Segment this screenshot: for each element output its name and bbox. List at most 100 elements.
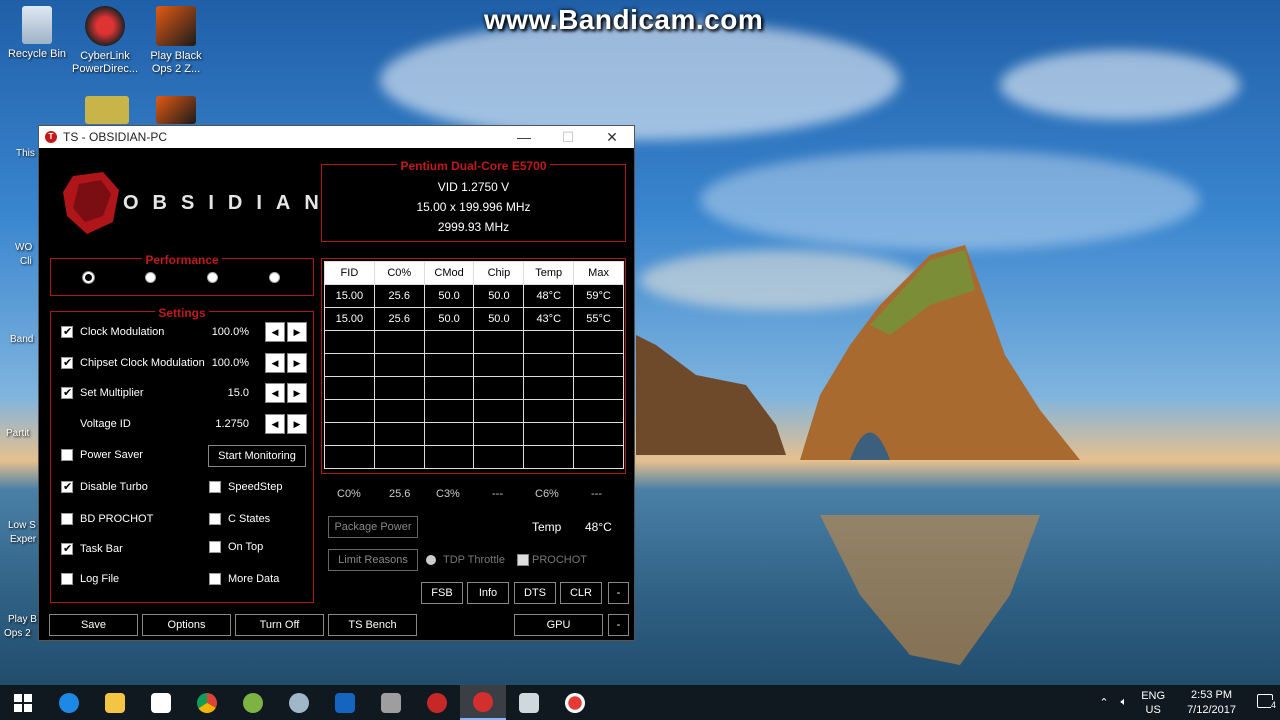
start-button[interactable] xyxy=(0,685,46,720)
log-file-checkbox[interactable] xyxy=(61,573,73,585)
performance-radio-1[interactable] xyxy=(83,272,94,283)
table-cell xyxy=(423,399,475,423)
clock[interactable]: 2:53 PM 7/12/2017 xyxy=(1187,688,1236,718)
close-button[interactable]: ✕ xyxy=(590,129,634,146)
desktop-icon-cyberlink[interactable]: CyberLink PowerDirec... xyxy=(68,6,142,76)
set-multiplier-checkbox[interactable] xyxy=(61,386,73,399)
desktop-icon-black-ops[interactable]: Play Black Ops 2 Z... xyxy=(139,6,213,76)
minimize-button[interactable]: — xyxy=(502,129,546,146)
gpu-button[interactable]: GPU xyxy=(514,614,603,636)
task-bar-checkbox[interactable] xyxy=(61,542,73,555)
language-bottom: US xyxy=(1145,703,1161,716)
volume-icon[interactable]: 🔈︎ xyxy=(1121,696,1128,709)
action-center-button[interactable]: 4 xyxy=(1250,694,1280,711)
desktop-icon-partial[interactable] xyxy=(70,96,144,128)
table-cell: 48°C xyxy=(523,284,575,308)
app-taskbar-icon[interactable] xyxy=(322,685,368,720)
on-top-checkbox[interactable] xyxy=(209,541,221,553)
throttlestop-taskbar-icon[interactable] xyxy=(460,685,506,720)
chipset-clock-modulation-checkbox[interactable] xyxy=(61,356,73,369)
table-cell xyxy=(373,330,425,354)
power-saver-checkbox[interactable] xyxy=(61,449,73,461)
system-tray: ⌃ 🔈︎ ENG US 2:53 PM 7/12/2017 4 xyxy=(1093,685,1280,720)
table-cell xyxy=(373,353,425,377)
speedstep-row: SpeedStep xyxy=(209,476,307,498)
start-monitoring-button[interactable]: Start Monitoring xyxy=(208,445,306,467)
utorrent-taskbar-icon[interactable] xyxy=(230,685,276,720)
table-cell xyxy=(523,376,575,400)
more-data-checkbox[interactable] xyxy=(209,573,221,585)
decrease-arrow-icon[interactable]: ◀ xyxy=(265,322,285,342)
ts-bench-button[interactable]: TS Bench xyxy=(328,614,417,636)
throttlestop-window[interactable]: T TS - OBSIDIAN-PC — ☐ ✕ OBSIDIAN Pentiu… xyxy=(38,125,635,641)
app-taskbar-icon[interactable] xyxy=(414,685,460,720)
options-button[interactable]: Options xyxy=(142,614,231,636)
gpu-collapse-button[interactable]: - xyxy=(608,614,629,636)
voltage-id-value: 1.2750 xyxy=(215,418,249,430)
increase-arrow-icon[interactable]: ▶ xyxy=(287,383,307,403)
show-hidden-icons-icon[interactable]: ⌃ xyxy=(1099,696,1108,709)
cloud xyxy=(380,20,900,140)
log-file-row: Log File xyxy=(61,568,173,590)
c-states-checkbox[interactable] xyxy=(209,513,221,525)
performance-radio-2[interactable] xyxy=(145,272,156,283)
title-bar[interactable]: T TS - OBSIDIAN-PC — ☐ ✕ xyxy=(39,126,634,148)
speedstep-label: SpeedStep xyxy=(228,481,283,493)
decrease-arrow-icon[interactable]: ◀ xyxy=(265,383,285,403)
fsb-button[interactable]: FSB xyxy=(421,582,463,604)
swirl-icon xyxy=(289,692,309,713)
app-taskbar-icon[interactable] xyxy=(506,685,552,720)
app-taskbar-icon[interactable] xyxy=(368,685,414,720)
increase-arrow-icon[interactable]: ▶ xyxy=(287,322,307,342)
desktop-icon-partial[interactable] xyxy=(139,96,213,128)
table-cell xyxy=(324,330,375,354)
table-cell xyxy=(423,445,475,469)
chipset-clock-modulation-label: Chipset Clock Modulation xyxy=(80,357,205,369)
speedstep-checkbox[interactable] xyxy=(209,481,221,493)
increase-arrow-icon[interactable]: ▶ xyxy=(287,353,307,373)
dts-button[interactable]: DTS xyxy=(514,582,556,604)
desktop-icon-recycle-bin[interactable]: Recycle Bin xyxy=(0,6,74,61)
clock-modulation-row: Clock Modulation 100.0% ◀▶ xyxy=(61,321,307,343)
table-cell xyxy=(324,445,375,469)
table-cell xyxy=(423,376,475,400)
increase-arrow-icon[interactable]: ▶ xyxy=(287,414,307,434)
task-bar-label: Task Bar xyxy=(80,543,123,555)
desktop-label-partial: Play B xyxy=(8,614,37,625)
bandicam-taskbar-icon[interactable] xyxy=(552,685,598,720)
store-taskbar-icon[interactable] xyxy=(138,685,184,720)
tdp-throttle-radio[interactable] xyxy=(426,555,436,565)
decrease-arrow-icon[interactable]: ◀ xyxy=(265,353,285,373)
more-data-label: More Data xyxy=(228,573,280,585)
desktop-icon-label: PowerDirec... xyxy=(71,63,139,75)
performance-radio-3[interactable] xyxy=(207,272,218,283)
disable-turbo-checkbox[interactable] xyxy=(61,480,73,493)
save-button[interactable]: Save xyxy=(49,614,138,636)
language-top: ENG xyxy=(1141,689,1166,702)
table-cell xyxy=(473,445,525,469)
more-data-row: More Data xyxy=(209,568,307,590)
turn-off-button[interactable]: Turn Off xyxy=(235,614,324,636)
app-taskbar-icon[interactable] xyxy=(276,685,322,720)
chrome-taskbar-icon[interactable] xyxy=(184,685,230,720)
prochot-checkbox[interactable] xyxy=(517,554,529,566)
edge-taskbar-icon[interactable] xyxy=(46,685,92,720)
rock-arch xyxy=(800,245,1080,460)
bd-prochot-checkbox[interactable] xyxy=(61,513,73,525)
column-header: Chip xyxy=(473,261,525,285)
collapse-button[interactable]: - xyxy=(608,582,629,604)
file-explorer-taskbar-icon[interactable] xyxy=(92,685,138,720)
package-power-button[interactable]: Package Power xyxy=(328,516,418,538)
info-button[interactable]: Info xyxy=(467,582,509,604)
clock-modulation-checkbox[interactable] xyxy=(61,325,73,338)
table-cell: 50.0 xyxy=(473,284,525,308)
limit-reasons-button[interactable]: Limit Reasons xyxy=(328,549,418,571)
maximize-button[interactable]: ☐ xyxy=(546,129,590,146)
tdp-throttle-label: TDP Throttle xyxy=(443,554,505,566)
decrease-arrow-icon[interactable]: ◀ xyxy=(265,414,285,434)
desktop-icon-label: Ops 2 Z... xyxy=(151,63,201,75)
clr-button[interactable]: CLR xyxy=(560,582,602,604)
performance-radio-4[interactable] xyxy=(269,272,280,283)
column-header: C0% xyxy=(373,261,425,285)
language-indicator[interactable]: ENG US xyxy=(1141,689,1165,717)
